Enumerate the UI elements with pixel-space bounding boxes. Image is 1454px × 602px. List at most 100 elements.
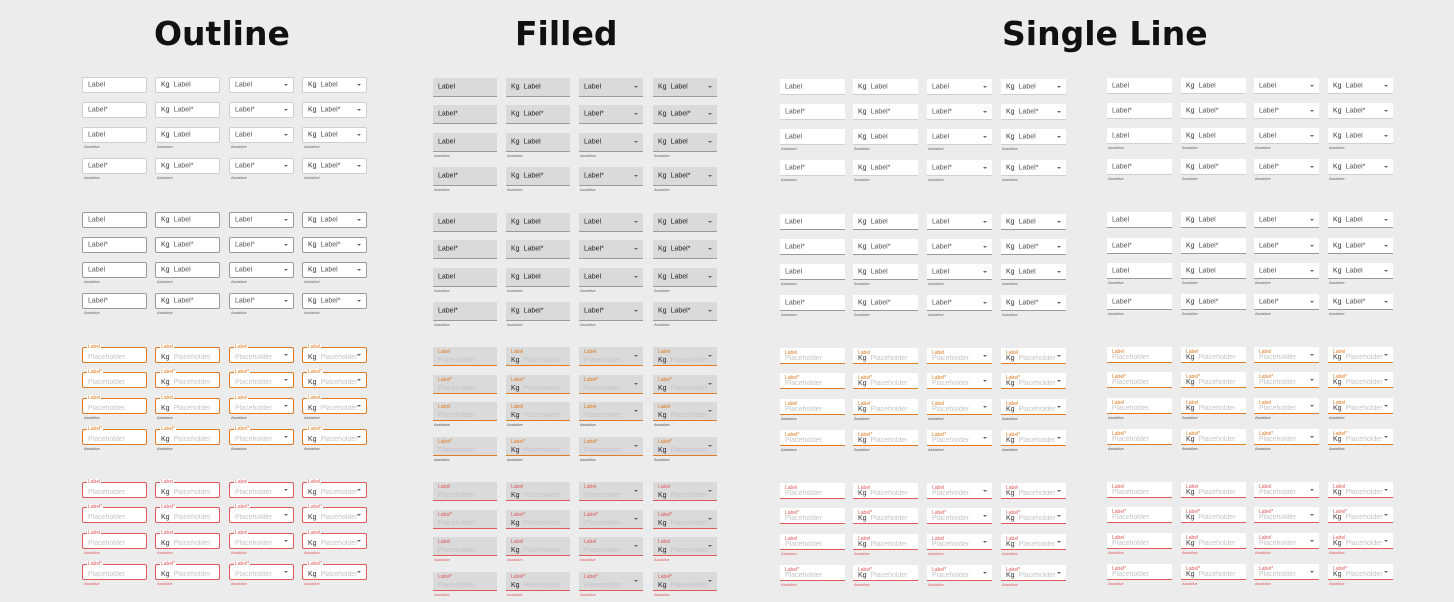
caret-down-icon[interactable] bbox=[1384, 218, 1388, 221]
text-field[interactable]: Label Placeholder Assistive bbox=[82, 530, 147, 555]
caret-down-icon[interactable] bbox=[284, 109, 288, 111]
caret-down-icon[interactable] bbox=[983, 135, 987, 138]
select-field[interactable]: Label Placeholder bbox=[229, 479, 294, 498]
text-field[interactable]: Label* Assistive bbox=[433, 302, 497, 327]
select-field[interactable]: Label bbox=[229, 212, 294, 228]
select-field[interactable]: Label* bbox=[229, 102, 294, 118]
text-field[interactable]: Label* bbox=[1107, 238, 1172, 254]
caret-down-icon[interactable] bbox=[284, 269, 288, 271]
caret-down-icon[interactable] bbox=[708, 545, 712, 547]
text-field[interactable]: Label bbox=[780, 79, 845, 95]
caret-down-icon[interactable] bbox=[1384, 404, 1388, 407]
caret-down-icon[interactable] bbox=[1057, 270, 1061, 273]
text-field[interactable]: Label Kg Placeholder bbox=[155, 344, 220, 363]
caret-down-icon[interactable] bbox=[1057, 436, 1061, 439]
text-field[interactable]: Label* bbox=[82, 102, 147, 118]
caret-down-icon[interactable] bbox=[284, 219, 288, 221]
select-field[interactable]: Label Placeholder Assistive bbox=[927, 534, 992, 556]
select-field[interactable]: Label Kg Placeholder bbox=[653, 482, 717, 501]
caret-down-icon[interactable] bbox=[284, 354, 288, 356]
select-field[interactable]: Label* Placeholder Assistive bbox=[229, 426, 294, 451]
select-field[interactable]: Label* Assistive bbox=[1254, 294, 1319, 316]
caret-down-icon[interactable] bbox=[1057, 540, 1061, 543]
text-field[interactable]: Kg Label* bbox=[853, 239, 918, 255]
text-field[interactable]: Label Kg Placeholder bbox=[853, 348, 918, 364]
select-field[interactable]: Label Placeholder bbox=[927, 348, 992, 364]
text-field[interactable]: Kg Label Assistive bbox=[1181, 128, 1246, 150]
text-field[interactable]: Label Assistive bbox=[82, 262, 147, 284]
select-field[interactable]: Kg Label* Assistive bbox=[302, 293, 367, 315]
select-field[interactable]: Kg Label* bbox=[653, 105, 717, 124]
text-field[interactable]: Label* Kg Placeholder bbox=[1181, 372, 1246, 388]
caret-down-icon[interactable] bbox=[708, 276, 712, 278]
caret-down-icon[interactable] bbox=[1057, 301, 1061, 304]
select-field[interactable]: Label Kg Placeholder Assistive bbox=[653, 537, 717, 562]
caret-down-icon[interactable] bbox=[708, 141, 712, 143]
text-field[interactable]: Label* Kg Placeholder bbox=[155, 504, 220, 523]
text-field[interactable]: Label Assistive bbox=[1107, 263, 1172, 285]
text-field[interactable]: Kg Label Assistive bbox=[1181, 263, 1246, 285]
select-field[interactable]: Label bbox=[927, 79, 992, 95]
text-field[interactable]: Label* Kg Placeholder Assistive bbox=[506, 572, 570, 597]
caret-down-icon[interactable] bbox=[983, 436, 987, 439]
caret-down-icon[interactable] bbox=[983, 379, 987, 382]
caret-down-icon[interactable] bbox=[284, 84, 288, 86]
caret-down-icon[interactable] bbox=[634, 175, 638, 177]
select-field[interactable]: Label Assistive bbox=[927, 129, 992, 151]
text-field[interactable]: Label Placeholder bbox=[780, 483, 845, 499]
select-field[interactable]: Kg Label Assistive bbox=[1328, 128, 1393, 150]
text-field[interactable]: Label Kg Placeholder Assistive bbox=[853, 534, 918, 556]
caret-down-icon[interactable] bbox=[284, 134, 288, 136]
caret-down-icon[interactable] bbox=[284, 379, 288, 381]
text-field[interactable]: Label Placeholder bbox=[433, 482, 497, 501]
caret-down-icon[interactable] bbox=[1384, 300, 1388, 303]
select-field[interactable]: Label* Placeholder Assistive bbox=[927, 565, 992, 587]
select-field[interactable]: Label* Kg Placeholder bbox=[302, 369, 367, 388]
select-field[interactable]: Label* Kg Placeholder Assistive bbox=[302, 426, 367, 451]
select-field[interactable]: Label Kg Placeholder Assistive bbox=[653, 402, 717, 427]
select-field[interactable]: Kg Label* Assistive bbox=[302, 158, 367, 180]
text-field[interactable]: Label Placeholder Assistive bbox=[433, 402, 497, 427]
caret-down-icon[interactable] bbox=[634, 248, 638, 250]
caret-down-icon[interactable] bbox=[634, 86, 638, 88]
text-field[interactable]: Label* Placeholder Assistive bbox=[82, 561, 147, 586]
text-field[interactable]: Label bbox=[780, 214, 845, 230]
caret-down-icon[interactable] bbox=[634, 490, 638, 492]
select-field[interactable]: Label bbox=[579, 78, 643, 97]
caret-down-icon[interactable] bbox=[1057, 405, 1061, 408]
caret-down-icon[interactable] bbox=[634, 355, 638, 357]
caret-down-icon[interactable] bbox=[357, 244, 361, 246]
caret-down-icon[interactable] bbox=[634, 141, 638, 143]
caret-down-icon[interactable] bbox=[708, 175, 712, 177]
text-field[interactable]: Kg Label* Assistive bbox=[155, 293, 220, 315]
select-field[interactable]: Kg Label* Assistive bbox=[653, 167, 717, 192]
caret-down-icon[interactable] bbox=[708, 113, 712, 115]
text-field[interactable]: Kg Label* Assistive bbox=[853, 160, 918, 182]
text-field[interactable]: Label* Kg Placeholder Assistive bbox=[1181, 564, 1246, 586]
caret-down-icon[interactable] bbox=[357, 134, 361, 136]
caret-down-icon[interactable] bbox=[284, 244, 288, 246]
text-field[interactable]: Label* bbox=[433, 105, 497, 124]
text-field[interactable]: Label* Placeholder Assistive bbox=[780, 565, 845, 587]
select-field[interactable]: Kg Label bbox=[302, 212, 367, 228]
select-field[interactable]: Label Placeholder bbox=[1254, 482, 1319, 498]
select-field[interactable]: Kg Label Assistive bbox=[1328, 263, 1393, 285]
select-field[interactable]: Label* Placeholder Assistive bbox=[1254, 564, 1319, 586]
select-field[interactable]: Kg Label bbox=[1328, 212, 1393, 228]
text-field[interactable]: Kg Label bbox=[155, 77, 220, 93]
text-field[interactable]: Kg Label bbox=[1181, 78, 1246, 94]
caret-down-icon[interactable] bbox=[1057, 571, 1061, 574]
caret-down-icon[interactable] bbox=[357, 300, 361, 302]
select-field[interactable]: Label* bbox=[579, 240, 643, 259]
text-field[interactable]: Label* Placeholder bbox=[1107, 507, 1172, 523]
select-field[interactable]: Label* Kg Placeholder Assistive bbox=[1001, 565, 1066, 587]
select-field[interactable]: Label* Placeholder Assistive bbox=[927, 430, 992, 452]
select-field[interactable]: Label* Kg Placeholder Assistive bbox=[653, 437, 717, 462]
caret-down-icon[interactable] bbox=[634, 276, 638, 278]
select-field[interactable]: Label* Placeholder bbox=[1254, 507, 1319, 523]
caret-down-icon[interactable] bbox=[1310, 269, 1314, 272]
text-field[interactable]: Label* Placeholder bbox=[780, 373, 845, 389]
text-field[interactable]: Kg Label* Assistive bbox=[1181, 294, 1246, 316]
caret-down-icon[interactable] bbox=[357, 269, 361, 271]
caret-down-icon[interactable] bbox=[1310, 513, 1314, 516]
